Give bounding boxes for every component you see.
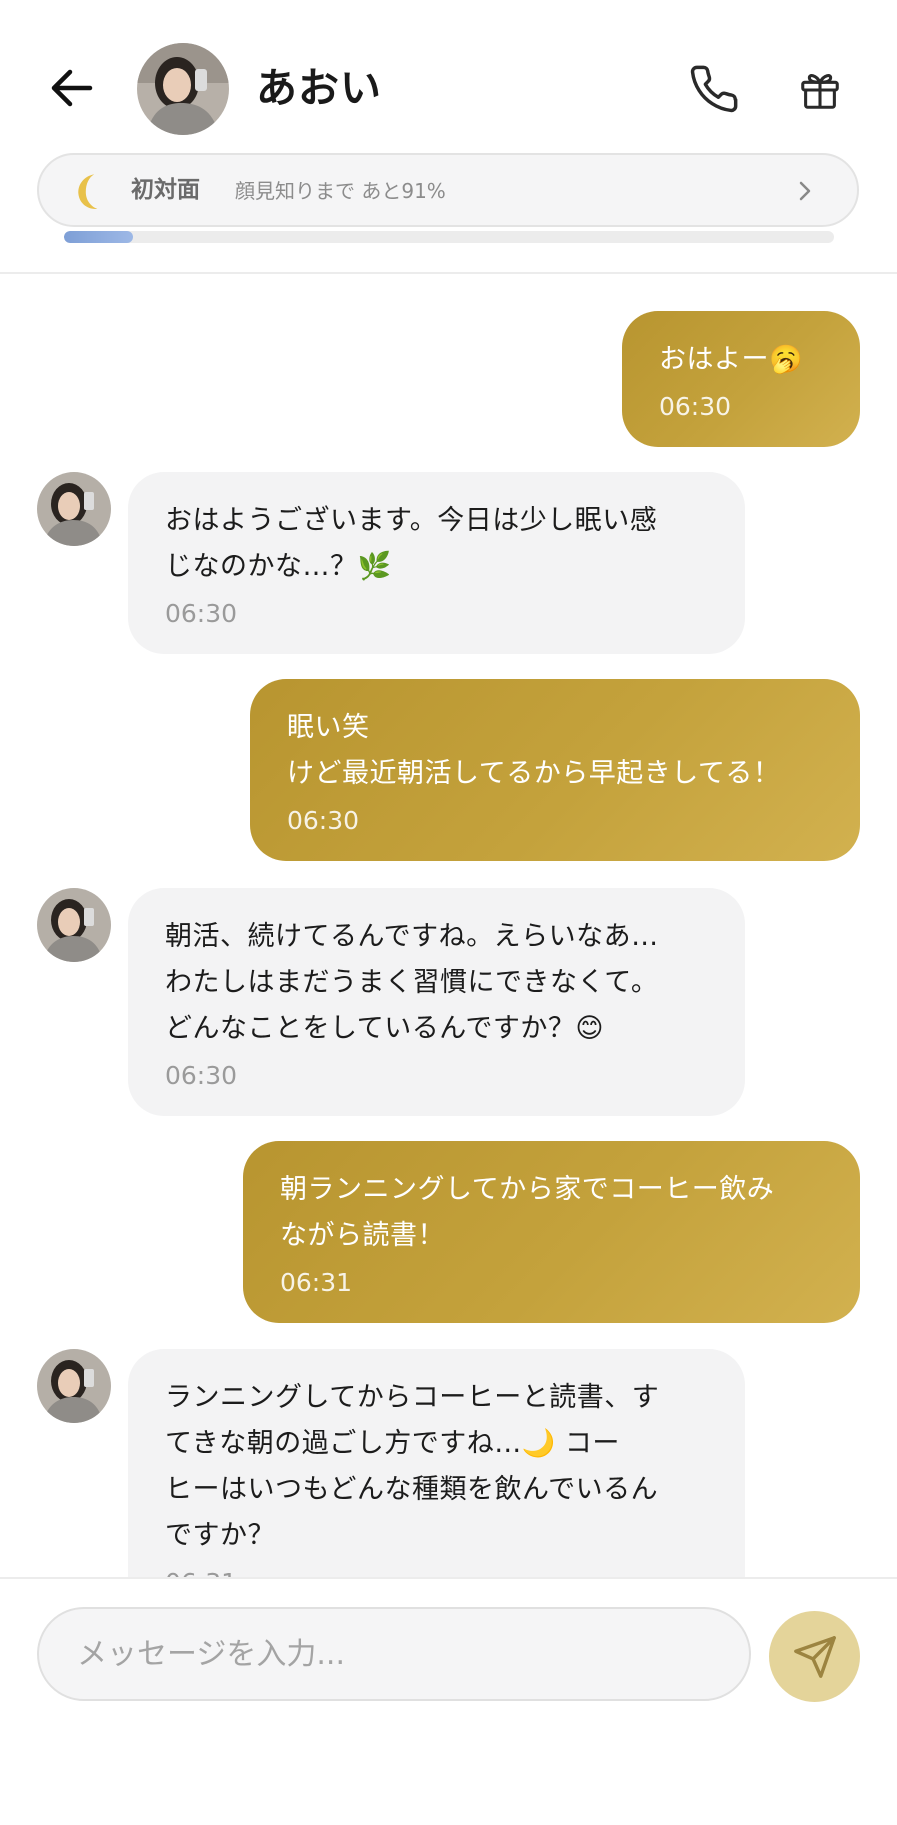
message-input[interactable] <box>37 1607 751 1701</box>
contact-avatar-small[interactable] <box>37 472 111 546</box>
incoming-message: おはようございます。今日は少し眠い感 じなのかな…？🌿 06:30 <box>128 472 745 654</box>
message-text: 朝ランニングしてから家でコーヒー飲み ながら読書！ <box>280 1174 775 1251</box>
message-text: おはよー🥱 <box>659 344 804 375</box>
send-button[interactable] <box>769 1611 860 1702</box>
contact-avatar-small[interactable] <box>37 888 111 962</box>
composer-divider <box>0 1577 897 1579</box>
call-button[interactable] <box>685 58 743 120</box>
message-time: 06:30 <box>165 1061 238 1090</box>
relationship-status[interactable]: 初対面 顔見知りまで あと91% <box>37 153 859 227</box>
chevron-right-icon <box>799 181 811 201</box>
phone-icon <box>690 65 738 113</box>
send-icon <box>793 1635 836 1678</box>
incoming-message: 朝活、続けてるんですね。えらいなあ… わたしはまだうまく習慣にできなくて。 どん… <box>128 888 745 1116</box>
message-text: ランニングしてからコーヒーと読書、す てきな朝の過ごし方ですね…🌙 コー ヒーは… <box>165 1382 660 1551</box>
message-text: おはようございます。今日は少し眠い感 じなのかな…？🌿 <box>165 505 658 582</box>
arrow-left-icon <box>51 69 93 107</box>
contact-avatar[interactable] <box>137 43 229 135</box>
outgoing-message: おはよー🥱 06:30 <box>622 311 860 447</box>
message-time: 06:30 <box>659 392 732 421</box>
chat-header: あおい <box>0 0 897 175</box>
message-list[interactable]: おはよー🥱 06:30 おはようございます。今日は少し眠い感 じなのかな…？🌿 … <box>0 274 897 1577</box>
message-time: 06:31 <box>280 1268 353 1297</box>
outgoing-message: 朝ランニングしてから家でコーヒー飲み ながら読書！ 06:31 <box>243 1141 860 1323</box>
message-text: 眠い笑 けど最近朝活してるから早起きしてる！ <box>287 712 781 789</box>
gift-button[interactable] <box>791 62 849 118</box>
incoming-message: ランニングしてからコーヒーと読書、す てきな朝の過ごし方ですね…🌙 コー ヒーは… <box>128 1349 745 1577</box>
outgoing-message: 眠い笑 けど最近朝活してるから早起きしてる！ 06:30 <box>250 679 860 861</box>
relationship-stage: 初対面 <box>131 177 200 203</box>
moon-icon <box>78 174 98 209</box>
contact-avatar-small[interactable] <box>37 1349 111 1423</box>
relationship-progress-text: 顔見知りまで あと91% <box>235 179 446 203</box>
relationship-progress-bar <box>64 231 834 243</box>
relationship-progress-fill <box>64 231 134 243</box>
contact-name: あおい <box>256 64 382 112</box>
message-text: 朝活、続けてるんですね。えらいなあ… わたしはまだうまく習慣にできなくて。 どん… <box>165 921 659 1044</box>
message-time: 06:30 <box>165 599 238 628</box>
back-button[interactable] <box>42 60 102 116</box>
message-time: 06:31 <box>165 1565 709 1577</box>
gift-icon <box>801 74 839 109</box>
message-time: 06:30 <box>287 806 360 835</box>
